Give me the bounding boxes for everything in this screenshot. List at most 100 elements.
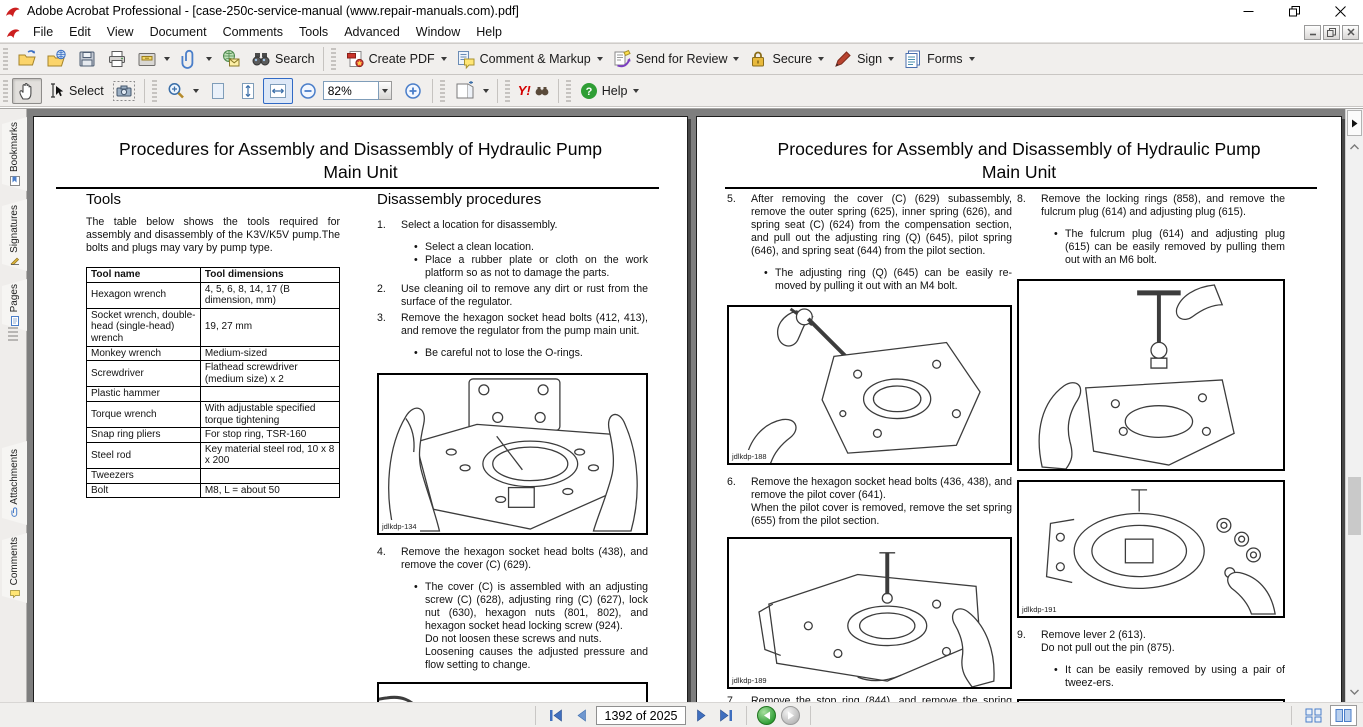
zoom-out-button[interactable] <box>293 78 323 104</box>
send-review-dropdown[interactable] <box>733 57 739 61</box>
menu-edit[interactable]: Edit <box>61 23 99 41</box>
zoom-tool-button[interactable] <box>161 78 203 104</box>
fit-height-button[interactable] <box>233 78 263 104</box>
fit-width-button[interactable] <box>263 78 293 104</box>
scroll-down-arrow[interactable] <box>1346 684 1363 700</box>
secure-button[interactable]: Secure <box>743 46 828 72</box>
menu-comments[interactable]: Comments <box>215 23 291 41</box>
table-cell: Steel rod <box>87 442 201 468</box>
next-view-button[interactable] <box>781 706 800 725</box>
comment-markup-button[interactable]: Comment & Markup <box>451 46 607 72</box>
doc-close-button[interactable] <box>1342 25 1359 40</box>
next-page-button[interactable] <box>691 706 711 726</box>
document-area[interactable]: Procedures for Assembly and Disassembly … <box>27 109 1345 702</box>
pump-illustration <box>379 375 646 533</box>
hand-tool-button[interactable] <box>12 78 42 104</box>
title-bar: Adobe Acrobat Professional - [case-250c-… <box>0 0 1363 22</box>
previous-view-button[interactable] <box>757 706 776 725</box>
tab-comments[interactable]: Comments <box>2 533 27 603</box>
table-row: BoltM8, L = about 50 <box>87 483 340 498</box>
vertical-scrollbar[interactable] <box>1345 109 1363 702</box>
help-button[interactable]: ?Help <box>575 78 644 104</box>
window-minimize-button[interactable] <box>1225 0 1271 22</box>
comment-markup-dropdown[interactable] <box>597 57 603 61</box>
toolbar-grip[interactable] <box>331 48 336 70</box>
page-number-input[interactable] <box>596 706 686 725</box>
zoom-tool-dropdown[interactable] <box>193 89 199 93</box>
menu-window[interactable]: Window <box>408 23 468 41</box>
doc-minimize-button[interactable] <box>1304 25 1321 40</box>
table-cell: Snap ring pliers <box>87 428 201 443</box>
table-cell: Medium-sized <box>200 346 339 361</box>
sign-button[interactable]: Sign <box>828 46 898 72</box>
menu-tools[interactable]: Tools <box>291 23 336 41</box>
scrollbar-thumb[interactable] <box>1348 477 1361 535</box>
table-row: Tweezers <box>87 468 340 483</box>
menu-view[interactable]: View <box>99 23 142 41</box>
secure-dropdown[interactable] <box>818 57 824 61</box>
snapshot-tool-button[interactable] <box>108 78 140 104</box>
doc-restore-button[interactable] <box>1323 25 1340 40</box>
organizer-dropdown[interactable] <box>164 57 170 61</box>
pane-splitter-handle[interactable] <box>8 327 18 343</box>
create-pdf-button[interactable]: Create PDF <box>340 46 451 72</box>
table-cell: Key material steel rod, 10 x 8 x 200 <box>200 442 339 468</box>
sign-dropdown[interactable] <box>888 57 894 61</box>
send-review-button[interactable]: Send for Review <box>607 46 744 72</box>
continuous-facing-layout-button[interactable] <box>1300 705 1327 726</box>
toolbar-grip[interactable] <box>152 80 157 102</box>
tab-bookmarks-label: Bookmarks <box>9 122 20 172</box>
right-page-column-1: 5. After removing the cover (C) (629) su… <box>727 193 1012 702</box>
select-tool-button[interactable]: Select <box>42 78 108 104</box>
tab-bookmarks[interactable]: Bookmarks <box>2 117 27 191</box>
window-restore-button[interactable] <box>1271 0 1317 22</box>
create-pdf-dropdown[interactable] <box>441 57 447 61</box>
zoom-level-input[interactable] <box>323 81 379 100</box>
first-page-button[interactable] <box>546 706 566 726</box>
organizer-button[interactable] <box>132 46 174 72</box>
attach-dropdown[interactable] <box>206 57 212 61</box>
toolbar-grip[interactable] <box>3 80 8 102</box>
toolbar-grip[interactable] <box>505 80 510 102</box>
search-button[interactable]: Search <box>246 46 319 72</box>
window-close-button[interactable] <box>1317 0 1363 22</box>
attach-button[interactable] <box>174 46 216 72</box>
tab-attachments[interactable]: Attachments <box>2 441 27 525</box>
open-button[interactable] <box>12 46 42 72</box>
pane-toggle-button[interactable] <box>1347 110 1362 136</box>
forms-dropdown[interactable] <box>969 57 975 61</box>
toolbar-grip[interactable] <box>3 48 8 70</box>
title-rule <box>725 187 1317 189</box>
page-display-button[interactable] <box>449 78 493 104</box>
toolbar-grip[interactable] <box>566 80 571 102</box>
toolbar-grip[interactable] <box>440 80 445 102</box>
help-dropdown[interactable] <box>633 89 639 93</box>
menu-document[interactable]: Document <box>142 23 215 41</box>
tab-signatures[interactable]: Signatures <box>2 199 27 271</box>
acrobat-logo-icon <box>5 4 21 18</box>
yahoo-search-button[interactable]: Y! <box>514 78 554 104</box>
figure-partial-bottom <box>377 682 648 702</box>
figure-label: jdlkdp-188 <box>732 450 770 463</box>
save-button[interactable] <box>72 46 102 72</box>
email-button[interactable] <box>216 46 246 72</box>
page-display-dropdown[interactable] <box>483 89 489 93</box>
actual-size-button[interactable] <box>203 78 233 104</box>
last-page-button[interactable] <box>716 706 736 726</box>
menu-advanced[interactable]: Advanced <box>336 23 408 41</box>
menu-file[interactable]: File <box>25 23 61 41</box>
forms-button[interactable]: Forms <box>898 46 978 72</box>
tab-pages[interactable]: Pages <box>2 279 27 331</box>
pdf-page-left: Procedures for Assembly and Disassembly … <box>33 116 688 702</box>
window-title: Adobe Acrobat Professional - [case-250c-… <box>27 4 519 18</box>
scroll-up-arrow[interactable] <box>1346 139 1363 155</box>
zoom-in-button[interactable] <box>398 78 428 104</box>
facing-pages-layout-button[interactable] <box>1330 705 1357 726</box>
previous-page-button[interactable] <box>571 706 591 726</box>
print-button[interactable] <box>102 46 132 72</box>
open-web-button[interactable] <box>42 46 72 72</box>
menu-help[interactable]: Help <box>468 23 510 41</box>
table-cell: Bolt <box>87 483 201 498</box>
zoom-level-dropdown[interactable] <box>379 81 392 100</box>
bookmarks-icon <box>10 176 20 186</box>
